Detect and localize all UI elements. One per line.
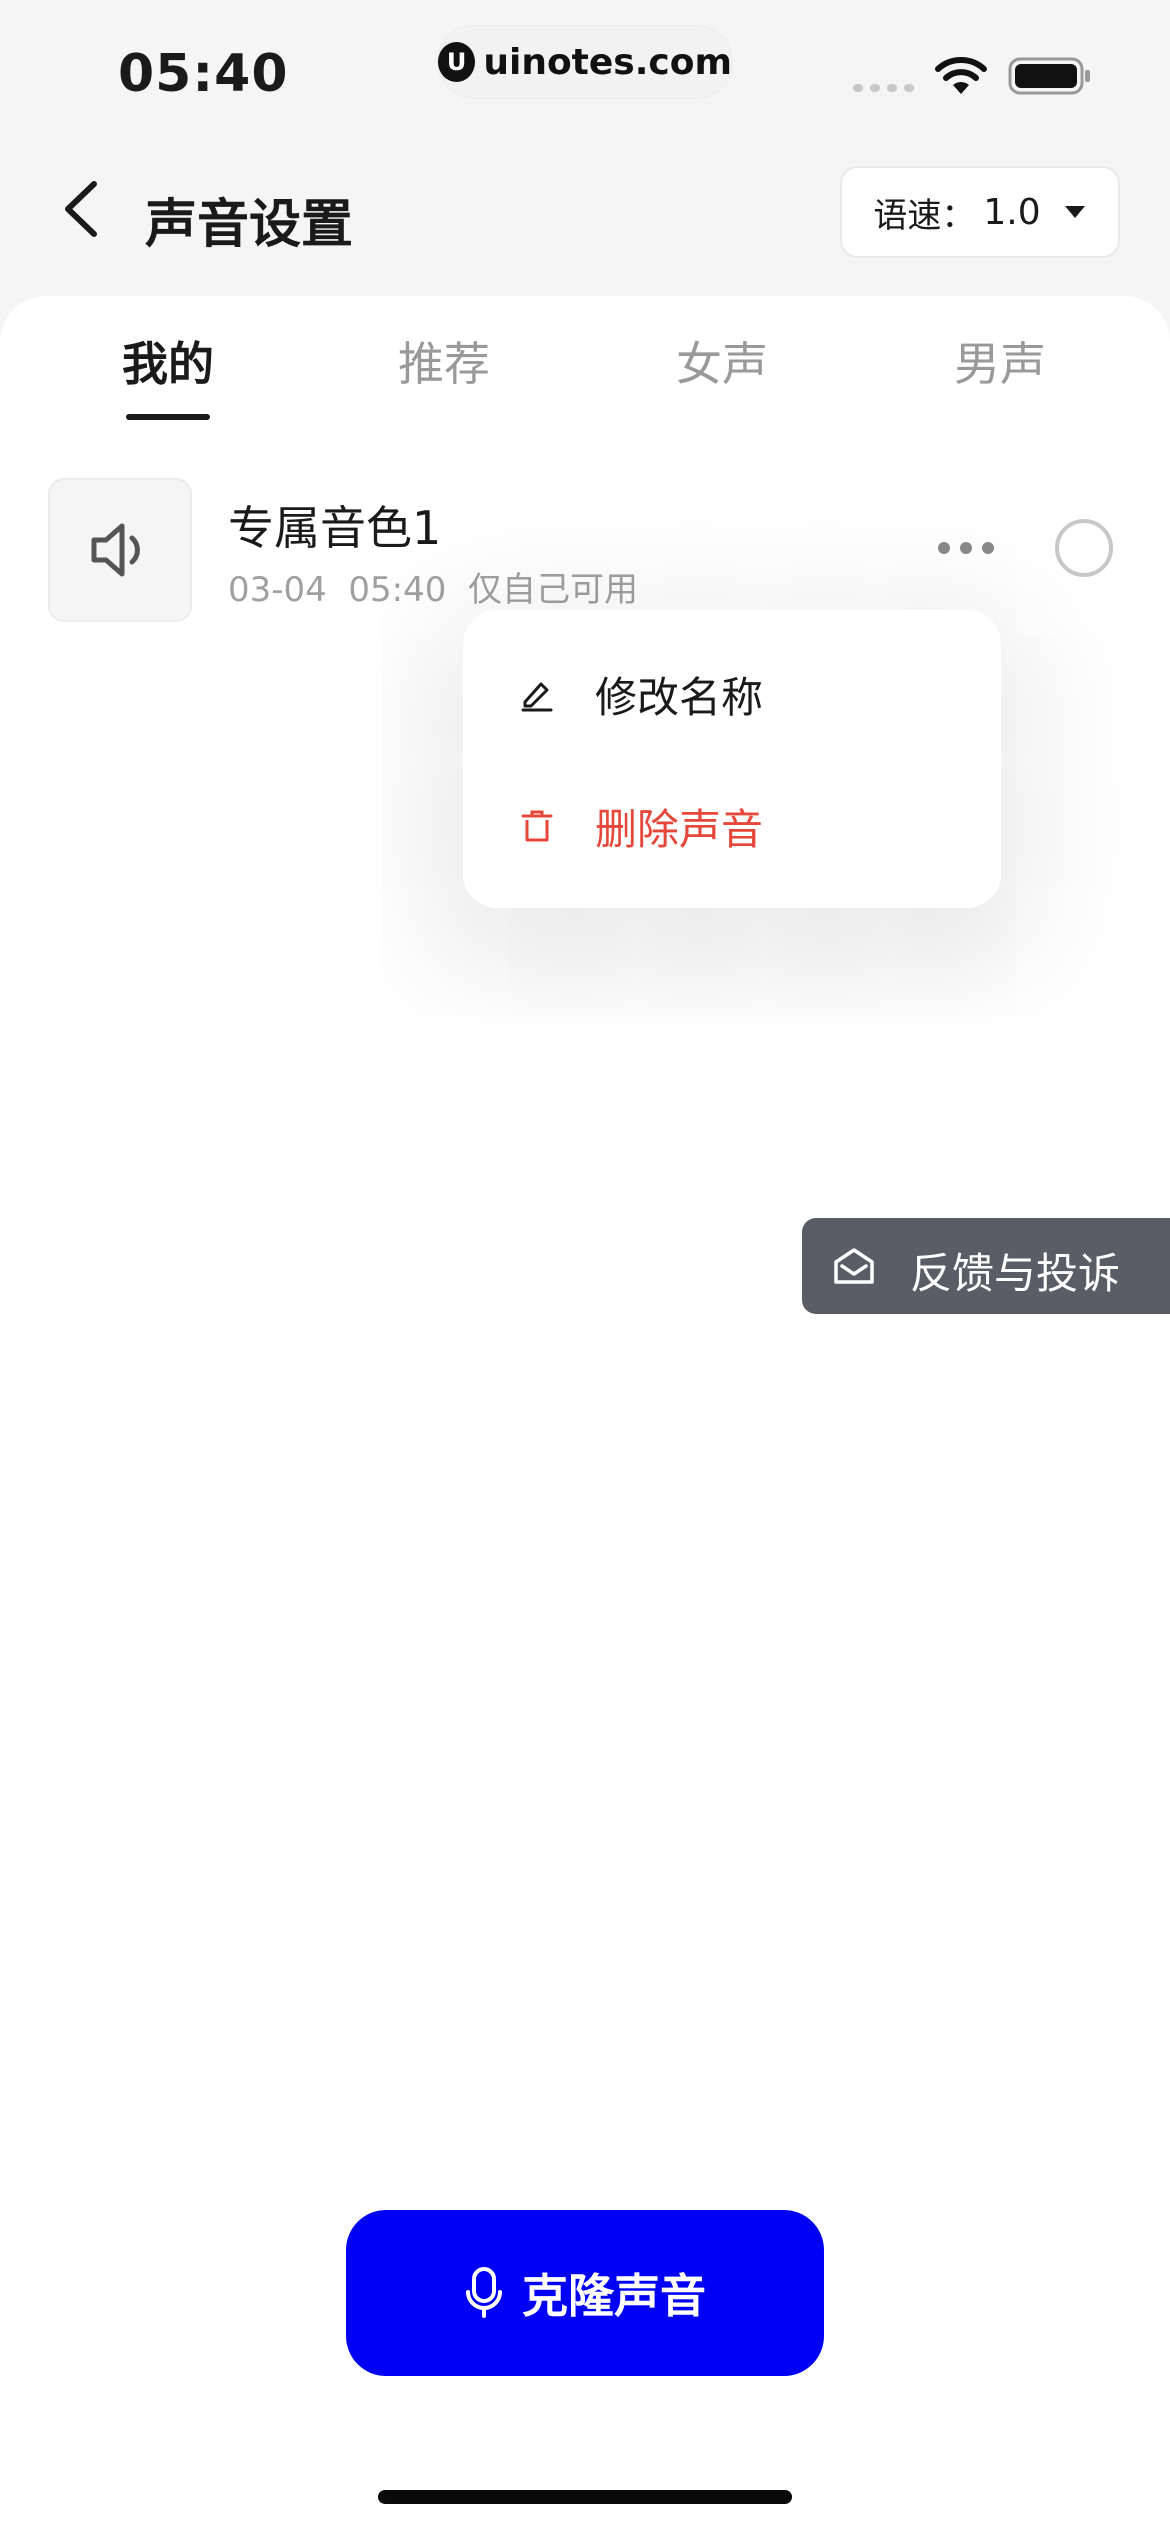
feedback-button[interactable]: 反馈与投诉 — [802, 1218, 1170, 1314]
clone-voice-label: 克隆声音 — [522, 2269, 706, 2323]
tab-female-voice[interactable]: 女声 — [676, 328, 768, 394]
wifi-icon — [935, 57, 987, 94]
cellular-signal-icon — [853, 84, 914, 92]
mail-open-icon — [834, 1248, 874, 1284]
more-options-icon[interactable] — [936, 536, 996, 560]
speed-value: 1.0 — [983, 191, 1041, 233]
active-tab-indicator — [126, 414, 210, 420]
tab-mine[interactable]: 我的 — [122, 328, 214, 394]
tab-male-voice[interactable]: 男声 — [954, 328, 1046, 394]
rename-menu-item[interactable]: 修改名称 — [463, 628, 1001, 760]
speaker-icon — [91, 523, 140, 577]
caret-down-icon — [1064, 206, 1085, 218]
voice-play-button[interactable] — [48, 478, 192, 622]
speech-speed-dropdown[interactable]: 语速： 1.0 — [840, 166, 1120, 258]
voice-name: 专属音色1 — [228, 501, 442, 555]
back-arrow-icon[interactable] — [58, 178, 104, 240]
site-logo: U — [438, 42, 476, 82]
trash-icon — [521, 810, 553, 842]
voice-select-radio[interactable] — [1055, 519, 1113, 577]
voice-meta: 03-04 05:40 仅自己可用 — [228, 570, 639, 610]
battery-icon — [1008, 57, 1090, 95]
rename-label: 修改名称 — [595, 672, 764, 722]
site-domain: uinotes.com — [483, 41, 732, 83]
page-title: 声音设置 — [145, 195, 354, 255]
site-watermark: U uinotes.com — [438, 26, 732, 98]
delete-menu-item[interactable]: 删除声音 — [463, 760, 1001, 892]
home-indicator — [378, 2490, 792, 2504]
delete-label: 删除声音 — [595, 804, 764, 854]
clone-voice-button[interactable]: 克隆声音 — [346, 2210, 824, 2376]
tab-recommended[interactable]: 推荐 — [398, 328, 490, 394]
feedback-label: 反馈与投诉 — [910, 1249, 1121, 1298]
pencil-icon — [521, 682, 553, 712]
microphone-icon — [466, 2267, 502, 2318]
status-time: 05:40 — [118, 44, 289, 104]
speed-label: 语速： — [873, 195, 976, 236]
